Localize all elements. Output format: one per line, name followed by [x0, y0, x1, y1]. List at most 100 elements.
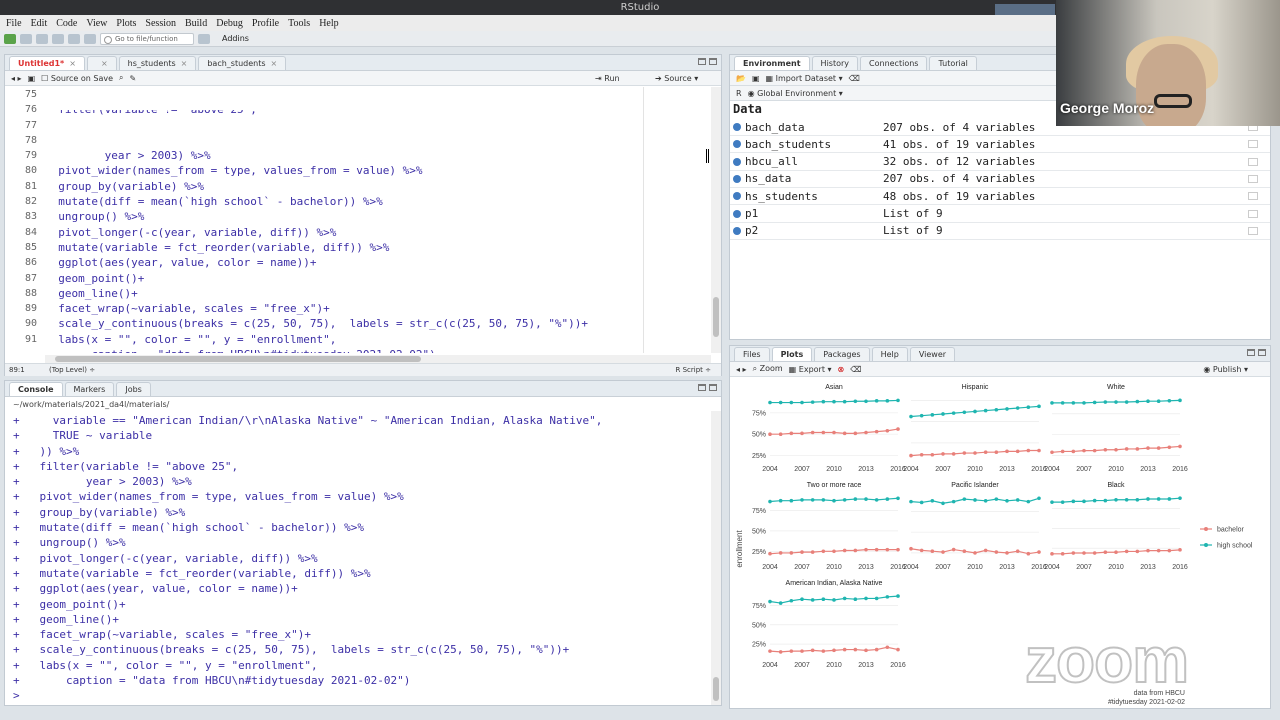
new-project-icon[interactable] — [20, 33, 32, 44]
view-icon[interactable] — [1248, 192, 1258, 201]
menu-file[interactable]: File — [6, 18, 22, 29]
data-point — [1071, 401, 1076, 405]
scope-selector[interactable]: (Top Level) ÷ — [49, 366, 95, 374]
environment-row[interactable]: hbcu_all 32 obs. of 12 variables — [730, 154, 1270, 171]
tab-packages[interactable]: Packages — [814, 347, 870, 361]
print-icon[interactable] — [84, 33, 96, 44]
environment-row[interactable]: p1 List of 9 — [730, 206, 1270, 223]
menu-build[interactable]: Build — [185, 18, 207, 29]
hscroll-thumb[interactable] — [55, 356, 421, 362]
tab-files[interactable]: Files — [734, 347, 770, 361]
view-icon[interactable] — [1248, 174, 1258, 183]
expand-icon[interactable] — [733, 226, 741, 235]
expand-icon[interactable] — [733, 123, 741, 131]
data-point — [1005, 551, 1009, 555]
menu-code[interactable]: Code — [56, 18, 77, 29]
environment-row[interactable]: bach_students 41 obs. of 19 variables — [730, 136, 1270, 154]
console-output[interactable]: + variable == "American Indian/\r\nAlask… — [13, 413, 713, 703]
close-icon[interactable]: × — [69, 59, 76, 68]
tab-help[interactable]: Help — [871, 347, 908, 361]
expand-icon[interactable] — [733, 192, 741, 201]
source-button[interactable]: ➔ Source ▾ — [655, 74, 698, 83]
data-point — [1071, 499, 1076, 504]
goto-file-input[interactable]: Go to file/function — [100, 32, 194, 45]
new-file-icon[interactable] — [4, 33, 16, 44]
language-selector[interactable]: R — [736, 89, 742, 98]
tab-console[interactable]: Console — [9, 382, 63, 396]
menu-view[interactable]: View — [86, 18, 107, 29]
expand-icon[interactable] — [733, 174, 741, 183]
menu-plots[interactable]: Plots — [116, 18, 136, 29]
data-point — [864, 497, 868, 501]
close-icon[interactable]: × — [101, 59, 108, 68]
remove-plot-icon[interactable]: ⊗ — [838, 365, 845, 374]
tab-untitled1[interactable]: Untitled1* × — [9, 56, 85, 70]
view-icon[interactable] — [1248, 209, 1258, 218]
menu-debug[interactable]: Debug — [216, 18, 243, 29]
x-tick-label: 2007 — [1076, 564, 1092, 571]
menu-profile[interactable]: Profile — [252, 18, 279, 29]
data-point — [832, 498, 836, 503]
expand-icon[interactable] — [733, 157, 741, 166]
view-icon[interactable] — [1248, 157, 1258, 166]
expand-icon[interactable] — [733, 209, 741, 218]
broom-icon[interactable]: ⌫ — [849, 74, 860, 83]
back-icon[interactable]: ◂ ▸ — [11, 74, 22, 83]
tab-history[interactable]: History — [811, 56, 859, 70]
scroll-thumb[interactable] — [713, 677, 719, 701]
close-icon[interactable]: × — [181, 59, 188, 68]
console-prompt: > — [13, 689, 20, 703]
environment-row[interactable]: hs_students 48 obs. of 19 variables — [730, 188, 1270, 206]
tab-tutorial[interactable]: Tutorial — [929, 56, 977, 70]
horizontal-scrollbar[interactable] — [45, 355, 711, 363]
save-all-icon[interactable] — [68, 33, 80, 44]
open-file-icon[interactable] — [36, 33, 48, 44]
broom-icon[interactable]: ⌫ — [850, 365, 861, 374]
menu-edit[interactable]: Edit — [31, 18, 48, 29]
close-icon[interactable]: × — [271, 59, 278, 68]
tab-connections[interactable]: Connections — [860, 56, 928, 70]
vertical-scrollbar[interactable] — [711, 87, 721, 353]
tab-blank[interactable]: × — [86, 56, 117, 70]
tab-jobs[interactable]: Jobs — [116, 382, 151, 396]
environment-row[interactable]: hs_data 207 obs. of 4 variables — [730, 171, 1270, 188]
addins-menu[interactable]: Addins — [222, 34, 249, 43]
scope-selector[interactable]: ◉ Global Environment ▾ — [748, 89, 843, 98]
code-line: ungroup() %>% — [45, 210, 145, 224]
tab-bach-students[interactable]: bach_students × — [198, 56, 287, 70]
tab-hs-students[interactable]: hs_students × — [118, 56, 197, 70]
environment-row[interactable]: p2 List of 9 — [730, 223, 1270, 240]
data-point — [909, 546, 913, 551]
file-type-selector[interactable]: R Script ÷ — [676, 366, 711, 374]
tab-plots[interactable]: Plots — [771, 347, 813, 361]
export-button[interactable]: ▦ Export ▾ — [789, 365, 832, 374]
tab-viewer[interactable]: Viewer — [909, 347, 956, 361]
object-name: p2 — [745, 224, 759, 238]
menu-session[interactable]: Session — [145, 18, 176, 29]
console-scrollbar[interactable] — [711, 411, 721, 705]
save-icon[interactable]: ▣ — [752, 74, 760, 83]
code-line: geom_point()+ — [45, 271, 145, 285]
facet-title: Pacific Islander — [951, 482, 999, 489]
save-icon[interactable]: ▣ — [28, 74, 36, 83]
expand-icon[interactable] — [733, 140, 741, 149]
scroll-thumb[interactable] — [713, 297, 719, 337]
pane-controls[interactable] — [698, 384, 717, 391]
grid-layout-icon[interactable] — [198, 33, 210, 44]
view-icon[interactable] — [1248, 226, 1258, 235]
view-icon[interactable] — [1248, 140, 1258, 149]
data-point — [768, 400, 772, 405]
zoom-button[interactable]: ⌕ Zoom — [753, 364, 783, 374]
tab-markers[interactable]: Markers — [64, 382, 115, 396]
editor-code[interactable]: filter(variable != "above 25", year > 20… — [45, 79, 643, 353]
save-icon[interactable] — [52, 33, 64, 44]
publish-button[interactable]: ◉ Publish ▾ — [1203, 365, 1248, 374]
import-dataset-button[interactable]: ▦ Import Dataset ▾ — [766, 74, 843, 83]
pane-controls[interactable] — [698, 58, 717, 65]
menu-help[interactable]: Help — [319, 18, 338, 29]
load-icon[interactable]: 📂 — [736, 74, 746, 83]
pane-controls[interactable] — [1247, 349, 1266, 356]
tab-environment[interactable]: Environment — [734, 56, 810, 70]
prev-plot-icon[interactable]: ◂ ▸ — [736, 365, 747, 374]
menu-tools[interactable]: Tools — [288, 18, 310, 29]
